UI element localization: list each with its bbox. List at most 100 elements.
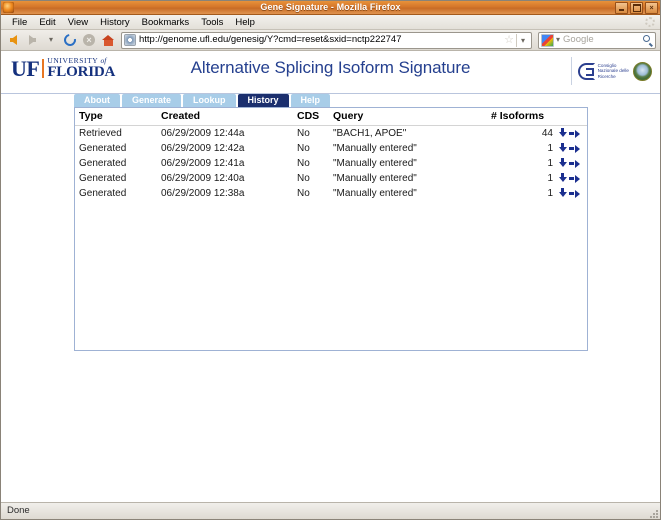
table-row[interactable]: Generated 06/29/2009 12:40a No "Manually en… bbox=[75, 171, 587, 186]
cnr-mark-icon bbox=[577, 62, 595, 80]
cnr-seal-icon bbox=[633, 61, 652, 81]
arrow-right-icon[interactable] bbox=[569, 128, 580, 139]
window-controls: × bbox=[615, 2, 658, 14]
close-icon: × bbox=[649, 4, 654, 12]
search-input[interactable]: Google bbox=[563, 34, 643, 46]
address-bar[interactable]: http://genome.ufl.edu/genesig/Y?cmd=rese… bbox=[121, 31, 532, 49]
cell-cds: No bbox=[297, 158, 310, 169]
table-row[interactable]: Retrieved 06/29/2009 12:44a No "BACH1, APOE… bbox=[75, 126, 587, 142]
arrow-down-icon[interactable] bbox=[557, 173, 568, 184]
history-dropdown-button[interactable]: ▾ bbox=[43, 32, 59, 48]
table-row[interactable]: Generated 06/29/2009 12:38a No "Manually en… bbox=[75, 186, 587, 201]
cell-isoforms: 1 bbox=[547, 143, 553, 154]
arrow-down-icon[interactable] bbox=[557, 158, 568, 169]
column-header-type[interactable]: Type bbox=[75, 108, 161, 126]
cell-query: "BACH1, APOE" bbox=[333, 128, 407, 139]
cell-actions bbox=[553, 156, 587, 171]
history-table: Type Created CDS Query # Isoforms Retrie… bbox=[75, 108, 587, 201]
cell-query: "Manually entered" bbox=[333, 188, 417, 199]
tab-help[interactable]: Help bbox=[290, 94, 331, 107]
home-icon bbox=[101, 34, 115, 46]
cell-cds: No bbox=[297, 173, 310, 184]
window-title: Gene Signature - Mozilla Firefox bbox=[260, 2, 401, 12]
arrow-down-icon[interactable] bbox=[557, 143, 568, 154]
table-row[interactable]: Generated 06/29/2009 12:42a No "Manually en… bbox=[75, 141, 587, 156]
forward-button[interactable] bbox=[24, 32, 40, 48]
arrow-down-icon[interactable] bbox=[557, 128, 568, 139]
cell-isoforms: 1 bbox=[547, 158, 553, 169]
arrow-right-icon[interactable] bbox=[569, 143, 580, 154]
site-header: UF UNIVERSITY of FLORIDA Alternative Spl… bbox=[1, 51, 660, 94]
search-icon[interactable] bbox=[643, 35, 653, 45]
throbber-icon bbox=[645, 17, 655, 27]
resize-grip[interactable] bbox=[648, 508, 658, 518]
cell-isoforms: 44 bbox=[541, 128, 553, 139]
menu-item-file[interactable]: File bbox=[6, 16, 33, 29]
column-header-created[interactable]: Created bbox=[161, 108, 297, 126]
cell-type: Generated bbox=[79, 188, 127, 199]
history-panel: Type Created CDS Query # Isoforms Retrie… bbox=[74, 107, 588, 351]
tab-history[interactable]: History bbox=[237, 94, 289, 107]
chevron-down-icon: ▾ bbox=[48, 35, 53, 44]
home-button[interactable] bbox=[100, 32, 116, 48]
search-bar[interactable]: ▾ Google bbox=[538, 31, 656, 49]
stop-button[interactable]: × bbox=[81, 32, 97, 48]
url-text[interactable]: http://genome.ufl.edu/genesig/Y?cmd=rese… bbox=[139, 34, 502, 46]
cell-created: 06/29/2009 12:41a bbox=[161, 158, 245, 169]
page-viewport: UF UNIVERSITY of FLORIDA Alternative Spl… bbox=[1, 51, 660, 503]
cell-type: Generated bbox=[79, 143, 127, 154]
arrow-right-icon[interactable] bbox=[569, 173, 580, 184]
tab-about[interactable]: About bbox=[74, 94, 120, 107]
browser-window: Gene Signature - Mozilla Firefox × File … bbox=[0, 0, 661, 520]
status-text: Done bbox=[7, 505, 30, 516]
tab-lookup[interactable]: Lookup bbox=[183, 94, 236, 107]
status-bar: Done bbox=[1, 503, 660, 519]
minimize-button[interactable] bbox=[615, 2, 628, 14]
title-bar: Gene Signature - Mozilla Firefox × bbox=[1, 1, 660, 15]
google-icon bbox=[541, 33, 554, 47]
cnr-logo[interactable]: Consiglio Nazionale delle Ricerche bbox=[570, 57, 652, 85]
arrow-down-icon[interactable] bbox=[557, 188, 568, 199]
site-favicon-icon bbox=[124, 34, 136, 46]
menu-item-bookmarks[interactable]: Bookmarks bbox=[136, 16, 196, 29]
table-row[interactable]: Generated 06/29/2009 12:41a No "Manually en… bbox=[75, 156, 587, 171]
page-title: Alternative Splicing Isoform Signature bbox=[190, 58, 471, 77]
menu-item-view[interactable]: View bbox=[62, 16, 94, 29]
maximize-button[interactable] bbox=[630, 2, 643, 14]
bookmark-star-icon[interactable]: ☆ bbox=[504, 34, 514, 46]
back-button[interactable] bbox=[5, 32, 21, 48]
cell-cds: No bbox=[297, 188, 310, 199]
navigation-toolbar: ▾ × http://genome.ufl.edu/genesig/Y?cmd=… bbox=[1, 30, 660, 51]
tab-generate[interactable]: Generate bbox=[122, 94, 182, 107]
arrow-right-icon[interactable] bbox=[569, 158, 580, 169]
section-tabs: About Generate Lookup History Help bbox=[74, 94, 332, 107]
search-engine-dropdown-icon[interactable]: ▾ bbox=[556, 36, 560, 44]
table-header-row: Type Created CDS Query # Isoforms bbox=[75, 108, 587, 126]
url-dropdown-button[interactable]: ▾ bbox=[516, 33, 529, 47]
cell-created: 06/29/2009 12:44a bbox=[161, 128, 245, 139]
menu-bar: File Edit View History Bookmarks Tools H… bbox=[1, 15, 660, 30]
cell-type: Generated bbox=[79, 173, 127, 184]
cell-query: "Manually entered" bbox=[333, 143, 417, 154]
cell-cds: No bbox=[297, 143, 310, 154]
column-header-cds[interactable]: CDS bbox=[297, 108, 333, 126]
cnr-logo-text: Consiglio Nazionale delle Ricerche bbox=[597, 62, 629, 79]
reload-button[interactable] bbox=[61, 31, 79, 49]
column-header-isoforms[interactable]: # Isoforms bbox=[491, 108, 553, 126]
cell-query: "Manually entered" bbox=[333, 158, 417, 169]
menu-item-help[interactable]: Help bbox=[229, 16, 261, 29]
menu-item-tools[interactable]: Tools bbox=[195, 16, 229, 29]
cell-type: Generated bbox=[79, 158, 127, 169]
arrow-right-icon[interactable] bbox=[569, 188, 580, 199]
arrow-left-icon bbox=[9, 35, 17, 45]
menu-item-edit[interactable]: Edit bbox=[33, 16, 61, 29]
column-header-actions bbox=[553, 108, 587, 126]
cell-type: Retrieved bbox=[79, 128, 122, 139]
cell-actions bbox=[553, 141, 587, 156]
close-button[interactable]: × bbox=[645, 2, 658, 14]
stop-icon: × bbox=[83, 34, 95, 46]
menu-item-history[interactable]: History bbox=[94, 16, 136, 29]
cell-actions bbox=[553, 186, 587, 201]
column-header-query[interactable]: Query bbox=[333, 108, 491, 126]
cell-actions bbox=[553, 171, 587, 186]
